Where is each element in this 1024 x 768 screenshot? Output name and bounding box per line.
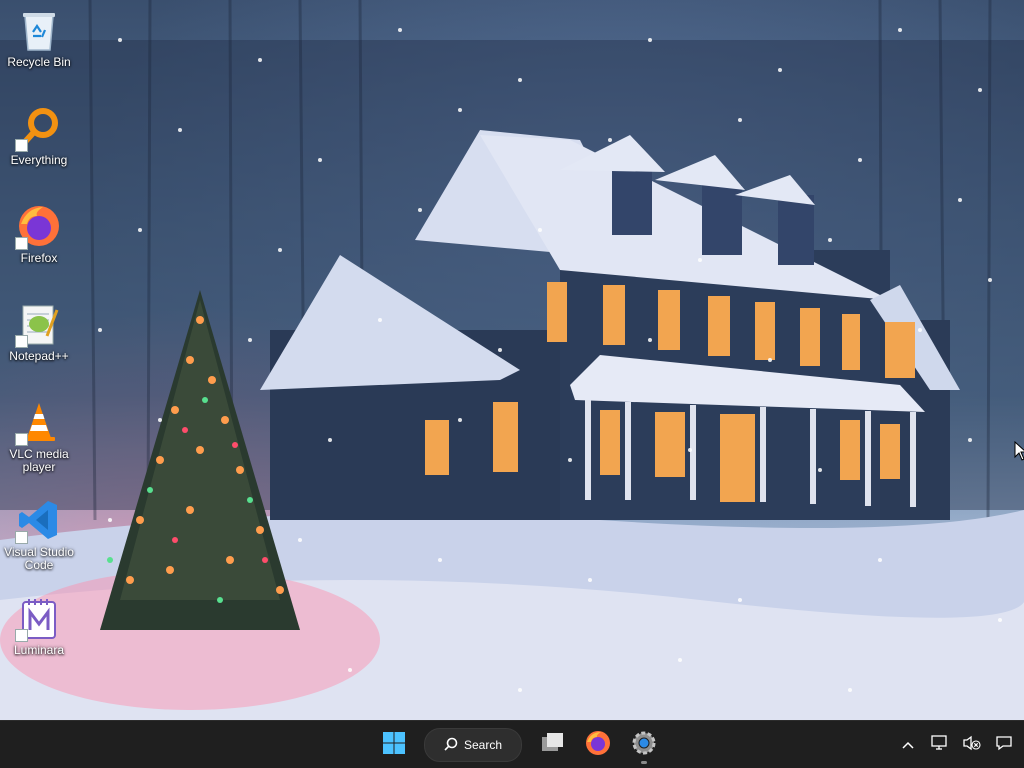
recycle-bin-icon <box>15 6 63 54</box>
mouse-cursor-icon <box>1014 441 1024 461</box>
volume-button[interactable] <box>962 735 982 755</box>
running-indicator <box>641 761 647 764</box>
windows-start-icon <box>382 731 406 760</box>
desktop-icon-vscode[interactable]: Visual Studio Code <box>2 496 76 572</box>
luminara-icon <box>15 594 63 642</box>
taskbar: Search <box>0 720 1024 768</box>
desktop-icon-firefox[interactable]: Firefox <box>2 202 76 265</box>
desktop-icon-notepad-plus-plus[interactable]: Notepad++ <box>2 300 76 363</box>
network-icon <box>931 734 949 756</box>
desktop-icon-recycle-bin[interactable]: Recycle Bin <box>2 6 76 69</box>
system-tray <box>898 721 1014 768</box>
shortcut-arrow-icon <box>15 139 28 152</box>
notepad-plus-plus-icon <box>15 300 63 348</box>
shortcut-arrow-icon <box>15 629 28 642</box>
desktop-wallpaper <box>0 0 1024 720</box>
chevron-up-icon <box>902 736 914 754</box>
search-icon <box>444 737 458 754</box>
shortcut-arrow-icon <box>15 335 28 348</box>
desktop-icon-label: Visual Studio Code <box>4 545 74 572</box>
search-label: Search <box>463 738 503 752</box>
task-view-button[interactable] <box>532 725 572 765</box>
desktop-icon-label: Notepad++ <box>9 349 69 363</box>
desktop-icon-label: Everything <box>10 153 68 167</box>
desktop-icon-everything[interactable]: Everything <box>2 104 76 167</box>
firefox-icon <box>15 202 63 250</box>
start-button[interactable] <box>374 725 414 765</box>
notification-icon <box>995 735 1013 756</box>
vscode-icon <box>15 496 63 544</box>
shortcut-arrow-icon <box>15 531 28 544</box>
vlc-cone-icon <box>15 398 63 446</box>
show-hidden-icons-button[interactable] <box>898 735 918 755</box>
desktop-icon-label: VLC media player <box>9 447 69 474</box>
desktop-icon-column: Recycle Bin Everything Firefox Notepad++… <box>0 0 80 720</box>
shortcut-arrow-icon <box>15 237 28 250</box>
desktop-icon-label: Luminara <box>13 643 65 657</box>
shortcut-arrow-icon <box>15 433 28 446</box>
taskbar-center: Search <box>374 721 664 768</box>
taskbar-firefox-button[interactable] <box>578 725 618 765</box>
desktop-icon-luminara[interactable]: Luminara <box>2 594 76 657</box>
taskbar-search-box[interactable]: Search <box>424 728 522 762</box>
volume-muted-icon <box>963 735 981 756</box>
network-button[interactable] <box>930 734 950 756</box>
desktop-icon-label: Recycle Bin <box>7 55 71 69</box>
settings-gear-icon <box>631 730 657 761</box>
desktop-icon-vlc[interactable]: VLC media player <box>2 398 76 474</box>
everything-search-icon <box>15 104 63 152</box>
firefox-icon <box>585 730 611 761</box>
notification-center-button[interactable] <box>994 735 1014 755</box>
desktop-icon-label: Firefox <box>20 251 58 265</box>
taskbar-settings-button[interactable] <box>624 725 664 765</box>
winter-house-scene <box>0 0 1024 720</box>
task-view-icon <box>539 731 565 760</box>
